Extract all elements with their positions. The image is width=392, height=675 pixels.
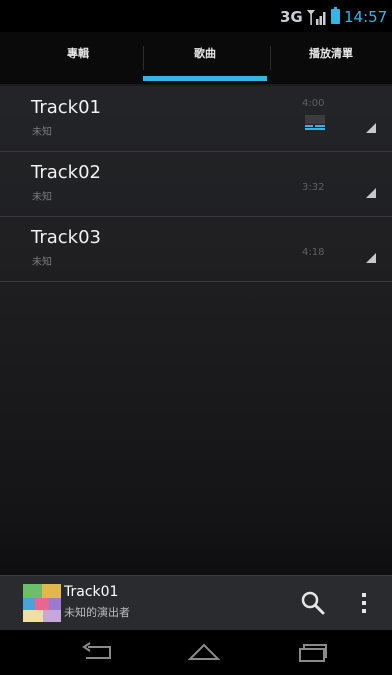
recent-apps-icon[interactable]	[292, 637, 332, 667]
context-menu-icon[interactable]	[366, 188, 376, 198]
home-icon[interactable]	[184, 637, 224, 667]
now-playing-bar[interactable]: Track01 未知的演出者	[0, 575, 392, 631]
battery-icon	[331, 7, 340, 24]
status-bar: 3G 14:57	[0, 0, 392, 32]
track-title: Track02	[31, 162, 102, 183]
track-artist: 未知	[32, 257, 52, 268]
navigation-bar	[0, 630, 392, 675]
network-type: 3G	[280, 8, 303, 26]
context-menu-icon[interactable]	[366, 253, 376, 263]
overflow-menu-icon[interactable]	[355, 590, 373, 616]
search-icon[interactable]	[299, 589, 327, 617]
track-artist: 未知	[32, 192, 52, 203]
track-row[interactable]: Track02 未知 3:32	[0, 152, 392, 217]
now-playing-equalizer-icon	[305, 115, 325, 130]
track-duration: 4:18	[302, 247, 325, 258]
track-duration: 4:00	[302, 98, 325, 109]
tab-playlists[interactable]: 播放清單	[266, 32, 392, 86]
track-title: Track01	[31, 97, 102, 118]
track-artist: 未知	[32, 127, 52, 138]
clock: 14:57	[344, 8, 388, 26]
tab-albums[interactable]: 專輯	[13, 32, 143, 86]
selected-tab-indicator	[143, 76, 267, 81]
music-app-screen: 3G 14:57 專輯 歌曲 播放清單 Track01 未知 4:00 Trac…	[0, 0, 392, 675]
signal-icon	[307, 10, 326, 25]
row-divider	[0, 281, 392, 282]
album-art-thumbnail	[23, 584, 61, 622]
tab-underline	[0, 84, 392, 86]
now-playing-artist: 未知的演出者	[64, 606, 130, 619]
track-duration: 3:32	[302, 182, 325, 193]
context-menu-icon[interactable]	[366, 123, 376, 133]
track-row[interactable]: Track03 未知 4:18	[0, 217, 392, 282]
now-playing-title: Track01	[64, 584, 119, 600]
track-row[interactable]: Track01 未知 4:00	[0, 87, 392, 152]
back-icon[interactable]	[78, 637, 118, 667]
track-title: Track03	[31, 227, 102, 248]
